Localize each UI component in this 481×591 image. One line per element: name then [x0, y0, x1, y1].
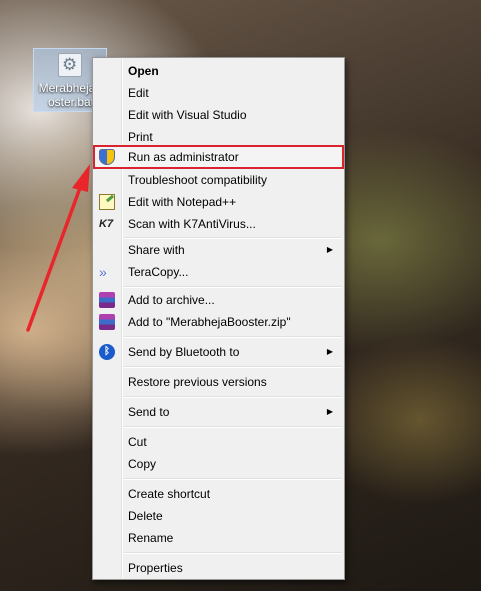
menu-item-cut[interactable]: Cut	[95, 431, 342, 453]
context-menu: Open Edit Edit with Visual Studio Print …	[92, 57, 345, 580]
menu-item-troubleshoot-compatibility[interactable]: Troubleshoot compatibility	[95, 169, 342, 191]
menu-item-label: Edit	[128, 86, 149, 100]
menu-item-send-by-bluetooth[interactable]: ᛒ Send by Bluetooth to ▶	[95, 341, 342, 363]
submenu-arrow-icon: ▶	[326, 347, 333, 356]
menu-item-label: Rename	[128, 531, 174, 545]
menu-item-properties[interactable]: Properties	[95, 557, 342, 579]
k7-antivirus-icon: K7	[99, 218, 114, 230]
submenu-arrow-icon: ▶	[326, 407, 333, 416]
menu-separator	[124, 426, 342, 428]
bluetooth-icon: ᛒ	[99, 344, 115, 360]
menu-item-add-to-archive[interactable]: Add to archive...	[95, 289, 342, 311]
menu-item-send-to[interactable]: Send to ▶	[95, 401, 342, 423]
menu-item-label: Edit with Visual Studio	[128, 108, 247, 122]
menu-item-open[interactable]: Open	[95, 60, 342, 82]
menu-separator	[124, 366, 342, 368]
menu-item-rename[interactable]: Rename	[95, 527, 342, 549]
menu-item-add-to-zip[interactable]: Add to "MerabhejaBooster.zip"	[95, 311, 342, 333]
menu-item-create-shortcut[interactable]: Create shortcut	[95, 483, 342, 505]
menu-item-print[interactable]: Print	[95, 126, 342, 148]
menu-item-label: Send by Bluetooth to	[128, 345, 240, 359]
notepad-plus-plus-icon	[99, 194, 115, 210]
teracopy-icon: »	[99, 264, 107, 280]
menu-item-copy[interactable]: Copy	[95, 453, 342, 475]
menu-item-run-as-administrator[interactable]: Run as administrator	[93, 145, 344, 169]
menu-separator	[124, 552, 342, 554]
menu-item-label: Send to	[128, 405, 170, 419]
menu-item-edit[interactable]: Edit	[95, 82, 342, 104]
menu-item-label: Open	[128, 64, 159, 78]
menu-item-edit-notepad-plus-plus[interactable]: Edit with Notepad++	[95, 191, 342, 213]
menu-item-label: Print	[128, 130, 153, 144]
menu-item-label: Delete	[128, 509, 163, 523]
menu-item-label: Properties	[128, 561, 183, 575]
menu-item-label: Create shortcut	[128, 487, 211, 501]
menu-item-label: Scan with K7AntiVirus...	[128, 217, 256, 231]
menu-item-edit-visual-studio[interactable]: Edit with Visual Studio	[95, 104, 342, 126]
menu-item-restore-previous-versions[interactable]: Restore previous versions	[95, 371, 342, 393]
menu-item-label: Edit with Notepad++	[128, 195, 237, 209]
menu-item-delete[interactable]: Delete	[95, 505, 342, 527]
menu-item-scan-k7antivirus[interactable]: K7 Scan with K7AntiVirus...	[95, 213, 342, 235]
menu-separator	[124, 478, 342, 480]
menu-item-label: TeraCopy...	[128, 265, 189, 279]
menu-separator	[124, 286, 342, 288]
submenu-arrow-icon: ▶	[326, 245, 333, 254]
menu-separator	[124, 396, 342, 398]
menu-item-label: Restore previous versions	[128, 375, 267, 389]
winrar-icon	[99, 314, 115, 330]
menu-item-teracopy[interactable]: » TeraCopy...	[95, 261, 342, 283]
menu-item-label: Copy	[128, 457, 157, 471]
menu-separator	[124, 336, 342, 338]
menu-item-label: Cut	[128, 435, 147, 449]
batch-file-icon	[58, 53, 82, 77]
winrar-icon	[99, 292, 115, 308]
menu-item-label: Troubleshoot compatibility	[128, 173, 267, 187]
menu-item-label: Add to "MerabhejaBooster.zip"	[128, 315, 291, 329]
menu-item-label: Share with	[128, 243, 185, 257]
menu-item-label: Add to archive...	[128, 293, 215, 307]
menu-item-label: Run as administrator	[128, 150, 239, 164]
uac-shield-icon	[99, 149, 115, 165]
menu-item-share-with[interactable]: Share with ▶	[95, 239, 342, 261]
